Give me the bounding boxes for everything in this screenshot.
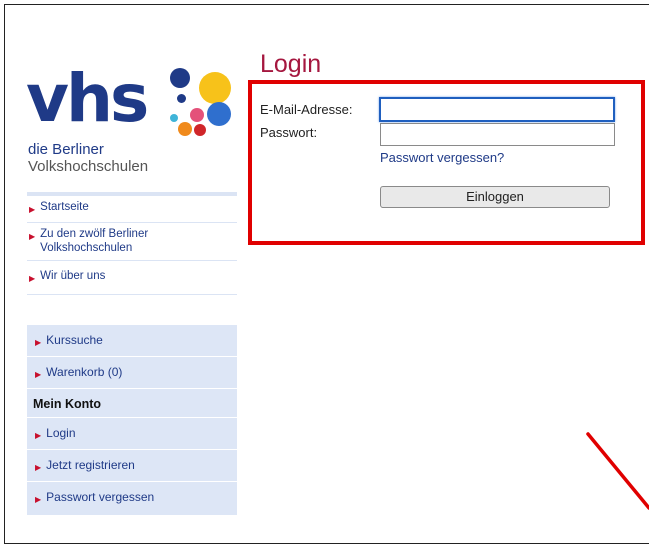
nav-item-label: Startseite — [40, 201, 89, 213]
logo-dot-navy — [170, 68, 190, 88]
nav-item-label: Wir über uns — [40, 270, 106, 282]
triangle-right-icon: ▶ — [29, 205, 36, 214]
nav-item-startseite[interactable]: ▶ Startseite — [27, 196, 237, 223]
nav-item-label: Jetzt registrieren — [46, 458, 135, 472]
logo-dot-cyan — [170, 114, 178, 122]
primary-nav: ▶ Startseite ▶ Zu den zwölf Berliner Vol… — [27, 192, 237, 295]
password-field[interactable] — [380, 123, 615, 146]
email-label: E-Mail-Adresse: — [260, 102, 353, 117]
logo-line2: Volkshochschulen — [28, 158, 149, 175]
nav-item-passwort-vergessen[interactable]: ▶ Passwort vergessen — [27, 482, 237, 515]
nav-heading-mein-konto: Mein Konto — [27, 389, 237, 418]
nav-item-registrieren[interactable]: ▶ Jetzt registrieren — [27, 450, 237, 482]
nav-item-kurssuche[interactable]: ▶ Kurssuche — [27, 325, 237, 357]
logo-brand: vhs — [26, 60, 149, 137]
triangle-right-icon: ▶ — [29, 232, 36, 241]
page-title: Login — [260, 50, 322, 78]
triangle-right-icon: ▶ — [35, 370, 42, 379]
logo-dot-blue — [207, 102, 231, 126]
password-label: Passwort: — [260, 125, 318, 140]
logo-dot-small-navy — [177, 94, 186, 103]
account-nav: ▶ Kurssuche ▶ Warenkorb (0) Mein Konto ▶… — [27, 325, 237, 515]
logo-dot-orange — [178, 122, 192, 136]
nav-item-login[interactable]: ▶ Login — [27, 418, 237, 450]
annotation-arrow-icon — [586, 432, 649, 510]
nav-item-label: Warenkorb (0) — [46, 365, 123, 379]
logo-dot-yellow — [199, 72, 231, 104]
email-field[interactable] — [379, 97, 615, 122]
triangle-right-icon: ▶ — [35, 463, 42, 472]
logo-dot-pink — [190, 108, 204, 122]
nav-item-label: Passwort vergessen — [46, 490, 155, 504]
logo-line1: die Berliner — [28, 141, 104, 158]
nav-item-volkshochschulen[interactable]: ▶ Zu den zwölf Berliner Volkshochschulen — [27, 223, 237, 261]
nav-item-label: Zu den zwölf Berliner Volkshochschulen — [40, 228, 149, 254]
triangle-right-icon: ▶ — [35, 431, 42, 440]
triangle-right-icon: ▶ — [35, 338, 42, 347]
vhs-logo[interactable]: vhs die Berliner Volkshochschulen — [22, 66, 242, 186]
triangle-right-icon: ▶ — [35, 495, 42, 504]
nav-item-wir-ueber-uns[interactable]: ▶ Wir über uns — [27, 261, 237, 295]
nav-item-warenkorb[interactable]: ▶ Warenkorb (0) — [27, 357, 237, 389]
nav-item-label: Kurssuche — [46, 333, 103, 347]
forgot-password-link[interactable]: Passwort vergessen? — [380, 150, 504, 165]
logo-dot-red — [194, 124, 206, 136]
triangle-right-icon: ▶ — [29, 274, 36, 283]
nav-item-label: Login — [46, 426, 76, 440]
login-button[interactable]: Einloggen — [380, 186, 610, 208]
